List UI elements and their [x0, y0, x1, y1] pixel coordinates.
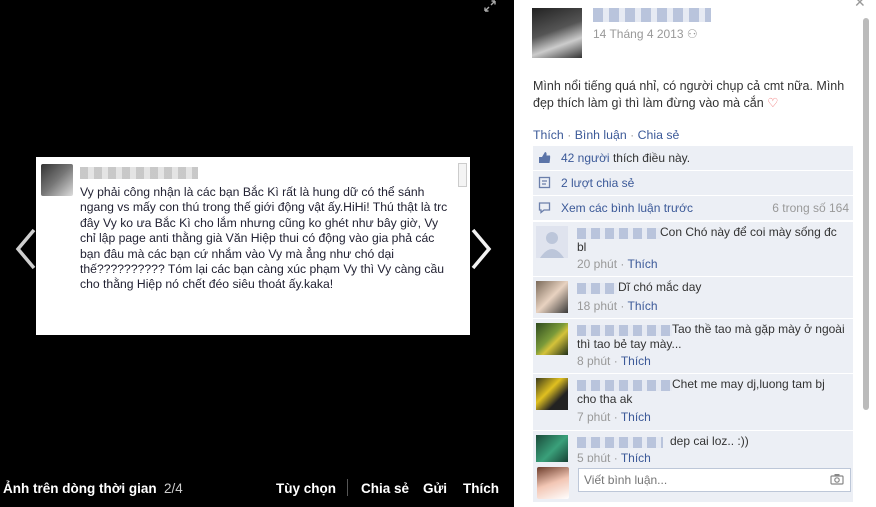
photo-author-avatar — [41, 164, 73, 196]
likes-link[interactable]: 42 người — [561, 151, 610, 165]
divider — [347, 479, 348, 496]
commenter-avatar[interactable] — [536, 378, 568, 410]
comment-meta: 20 phút · Thích — [577, 257, 658, 271]
comment-meta: 7 phút · Thích — [577, 410, 651, 424]
heart-icon: ♡ — [767, 96, 779, 110]
post-panel: ✕ 14 Tháng 4 2013 ⚇ Mình nổi tiếng quá n… — [514, 0, 876, 507]
fullscreen-icon[interactable] — [484, 0, 498, 14]
comment: Dĩ chó mắc day 18 phút · Thích — [533, 277, 853, 319]
author-name-blurred[interactable] — [593, 8, 711, 22]
thumbs-up-icon — [538, 151, 551, 164]
share-link[interactable]: Chia sẻ — [638, 128, 680, 142]
comment: Tao thề tao mà gặp mày ở ngoài thì tao b… — [533, 319, 853, 374]
post-text: Mình nổi tiếng quá nhỉ, có người chụp cả… — [533, 79, 845, 110]
comment-like-link[interactable]: Thích — [621, 410, 651, 424]
comment-count: 6 trong số 164 — [772, 201, 849, 215]
send-button[interactable]: Gửi — [423, 481, 447, 496]
shares-row: 2 lượt chia sẻ — [533, 171, 853, 196]
share-icon — [538, 176, 551, 189]
shares-link[interactable]: 2 lượt chia sẻ — [561, 176, 634, 190]
comment-text: Tao thề tao mà gặp mày ở ngoài thì tao b… — [577, 322, 845, 351]
comment-text: Chet me may dj,luong tam bj cho tha ak — [577, 377, 825, 406]
viewer-bottom-bar: Ảnh trên dòng thời gian 2/4 Tùy chọn Chi… — [0, 473, 514, 503]
view-previous-row: Xem các bình luận trước 6 trong số 164 — [533, 196, 853, 221]
options-button[interactable]: Tùy chọn — [276, 481, 336, 496]
post-stats: 42 người thích điều này. 2 lượt chia sẻ … — [533, 146, 853, 221]
photo-scrollbar — [458, 163, 467, 187]
view-previous-comments-link[interactable]: Xem các bình luận trước — [561, 201, 693, 215]
commenter-avatar[interactable] — [536, 226, 568, 258]
camera-icon[interactable] — [830, 473, 844, 485]
post-actions: Thích · Bình luận · Chia sẻ — [533, 128, 680, 142]
likes-row: 42 người thích điều này. — [533, 146, 853, 171]
audience-icon: ⚇ — [686, 27, 698, 41]
scrollbar-thumb[interactable] — [863, 18, 869, 410]
comment-link[interactable]: Bình luận — [575, 128, 627, 142]
photo-position: 2/4 — [164, 481, 183, 496]
close-icon[interactable]: ✕ — [854, 0, 866, 11]
photo: Vy phải công nhận là các bạn Bắc Kì rất … — [36, 157, 470, 335]
comment-like-link[interactable]: Thích — [628, 299, 658, 313]
like-link[interactable]: Thích — [533, 128, 564, 142]
comment-text: Con Chó này để coi mày sống đc bl — [577, 225, 837, 254]
share-button[interactable]: Chia sẻ — [361, 481, 409, 496]
comment-composer — [533, 462, 853, 502]
like-button[interactable]: Thích — [463, 481, 499, 496]
comment-meta: 8 phút · Thích — [577, 354, 651, 368]
photo-author-name-blurred — [80, 167, 198, 179]
comment-text: Dĩ chó mắc day — [618, 280, 702, 294]
comment-like-link[interactable]: Thích — [621, 354, 651, 368]
commenter-name-blurred[interactable] — [577, 283, 617, 294]
photo-text: Vy phải công nhận là các bạn Bắc Kì rất … — [80, 185, 448, 292]
photo-viewer: Vy phải công nhận là các bạn Bắc Kì rất … — [0, 0, 514, 507]
commenter-avatar[interactable] — [536, 323, 568, 355]
comment-meta: 18 phút · Thích — [577, 299, 658, 313]
author-avatar[interactable] — [532, 8, 582, 58]
post-date[interactable]: 14 Tháng 4 2013 ⚇ — [593, 27, 698, 41]
comment: Chet me may dj,luong tam bj cho tha ak 7… — [533, 374, 853, 431]
comment-icon — [538, 201, 551, 214]
commenter-avatar[interactable] — [536, 281, 568, 313]
comment-text: dep cai loz.. :)) — [670, 434, 749, 448]
comment-input[interactable] — [578, 468, 851, 492]
comment: dep cai loz.. :)) 5 phút · Thích — [533, 431, 853, 467]
album-title[interactable]: Ảnh trên dòng thời gian — [3, 481, 157, 496]
commenter-name-blurred[interactable] — [577, 437, 663, 448]
comment-like-link[interactable]: Thích — [628, 257, 658, 271]
current-user-avatar — [537, 467, 569, 499]
comment: Con Chó này để coi mày sống đc bl 20 phú… — [533, 222, 853, 277]
